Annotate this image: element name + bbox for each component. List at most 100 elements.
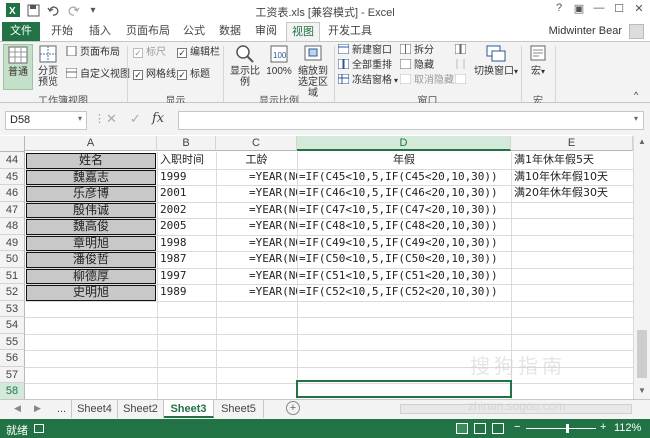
split-button[interactable]: 拆分 xyxy=(400,44,434,58)
cell-a-53[interactable] xyxy=(25,301,157,318)
cell-b-48[interactable]: 2005 xyxy=(157,218,216,235)
cell-e-52[interactable] xyxy=(511,284,633,301)
cell-d-50[interactable]: =IF(C50<10,5,IF(C50<20,10,30)) xyxy=(297,251,511,268)
row-header-56[interactable]: 56 xyxy=(0,350,25,367)
scroll-up-icon[interactable]: ▲ xyxy=(638,137,646,146)
cell-b-44[interactable]: 入职时间 xyxy=(157,152,216,169)
zoom-in-icon[interactable]: + xyxy=(600,421,606,433)
formula-input[interactable] xyxy=(178,111,644,130)
cell-a-54[interactable] xyxy=(25,317,157,334)
row-header-48[interactable]: 48 xyxy=(0,218,25,235)
tab-file[interactable]: 文件 xyxy=(2,22,40,41)
cell-c-54[interactable] xyxy=(216,317,297,334)
sheet-tab-sheet4[interactable]: Sheet4 xyxy=(72,400,118,418)
cell-b-49[interactable]: 1998 xyxy=(157,235,216,252)
new-window-button[interactable]: 新建窗口 xyxy=(338,44,392,58)
select-all-corner[interactable] xyxy=(0,136,25,152)
zoom-to-selection-button[interactable]: 缩放到 选定区域 xyxy=(294,44,332,99)
cell-e-48[interactable] xyxy=(511,218,633,235)
synchronous-scrolling-icon[interactable] xyxy=(455,59,469,73)
cell-a-47[interactable]: 殷伟诚 xyxy=(26,202,156,218)
cell-a-44[interactable]: 姓名 xyxy=(26,153,156,169)
selected-cell-d58[interactable] xyxy=(296,380,512,398)
expand-formula-bar-icon[interactable]: ▾ xyxy=(634,114,638,123)
formula-bar-checkbox[interactable]: ✓ 编辑栏 xyxy=(177,46,220,60)
row-header-44[interactable]: 44 xyxy=(0,152,25,169)
cell-c-58[interactable] xyxy=(216,383,297,400)
cell-e-55[interactable] xyxy=(511,334,633,351)
zoom-button[interactable]: 显示比例 xyxy=(226,44,264,90)
hide-button[interactable]: 隐藏 xyxy=(400,59,434,73)
view-side-by-side-icon[interactable] xyxy=(455,44,469,58)
cell-d-52[interactable]: =IF(C52<10,5,IF(C52<20,10,30)) xyxy=(297,284,511,301)
ruler-checkbox[interactable]: ✓ 标尺 xyxy=(133,46,166,60)
tab-insert[interactable]: 插入 xyxy=(84,22,116,41)
zoom-100-button[interactable]: 100 100% xyxy=(265,44,293,90)
cell-a-58[interactable] xyxy=(25,383,157,400)
cell-d-46[interactable]: =IF(C46<10,5,IF(C46<20,10,30)) xyxy=(297,185,511,202)
minimize-button[interactable]: — xyxy=(588,2,610,18)
record-macro-icon[interactable] xyxy=(34,424,44,433)
cell-e-49[interactable] xyxy=(511,235,633,252)
cell-b-47[interactable]: 2002 xyxy=(157,202,216,219)
vertical-scrollbar[interactable]: ▲ ▼ xyxy=(633,135,650,399)
enter-icon[interactable]: ✓ xyxy=(130,111,141,127)
switch-windows-button[interactable]: 切换窗口▾ xyxy=(474,44,518,90)
cell-b-58[interactable] xyxy=(157,383,216,400)
cell-b-51[interactable]: 1997 xyxy=(157,268,216,285)
cell-d-49[interactable]: =IF(C49<10,5,IF(C49<20,10,30)) xyxy=(297,235,511,252)
cell-e-51[interactable] xyxy=(511,268,633,285)
column-header-d[interactable]: D xyxy=(297,136,511,151)
row-header-49[interactable]: 49 xyxy=(0,234,25,251)
row-header-50[interactable]: 50 xyxy=(0,251,25,268)
collapse-ribbon-icon[interactable]: ^ xyxy=(634,88,638,102)
cell-a-46[interactable]: 乐彦博 xyxy=(26,186,156,202)
tab-page-layout[interactable]: 页面布局 xyxy=(122,22,174,41)
sheet-tab-more[interactable]: ... xyxy=(52,400,72,418)
sheet-tab-sheet2[interactable]: Sheet2 xyxy=(118,400,164,418)
cell-d-53[interactable] xyxy=(297,301,511,318)
column-header-e[interactable]: E xyxy=(511,136,633,151)
page-break-status-icon[interactable] xyxy=(492,423,504,434)
sheet-tab-sheet3[interactable]: Sheet3 xyxy=(164,400,214,418)
cell-a-57[interactable] xyxy=(25,367,157,384)
cell-a-50[interactable]: 潘俊哲 xyxy=(26,252,156,268)
cell-b-56[interactable] xyxy=(157,350,216,367)
row-header-51[interactable]: 51 xyxy=(0,267,25,284)
cell-d-44[interactable]: 年假 xyxy=(297,152,511,169)
tab-formulas[interactable]: 公式 xyxy=(178,22,210,41)
cell-c-46[interactable]: =YEAR(NOW()) xyxy=(216,185,297,202)
cell-d-47[interactable]: =IF(C47<10,5,IF(C47<20,10,30)) xyxy=(297,202,511,219)
column-header-c[interactable]: C xyxy=(216,136,297,151)
headings-checkbox[interactable]: ✓ 标题 xyxy=(177,68,210,82)
column-header-b[interactable]: B xyxy=(157,136,216,151)
row-header-47[interactable]: 47 xyxy=(0,201,25,218)
cell-d-45[interactable]: =IF(C45<10,5,IF(C45<20,10,30)) xyxy=(297,169,511,186)
cell-c-49[interactable]: =YEAR(NOW()) xyxy=(216,235,297,252)
row-header-45[interactable]: 45 xyxy=(0,168,25,185)
zoom-level[interactable]: 112% xyxy=(614,422,641,434)
user-name[interactable]: Midwinter Bear xyxy=(549,25,622,37)
cell-e-44[interactable]: 满1年休年假5天 xyxy=(511,152,633,169)
tab-review[interactable]: 审阅 xyxy=(250,22,282,41)
cell-d-54[interactable] xyxy=(297,317,511,334)
scrollbar-thumb[interactable] xyxy=(637,330,647,378)
arrange-all-button[interactable]: 全部重排 xyxy=(338,59,392,73)
cell-e-54[interactable] xyxy=(511,317,633,334)
cell-e-45[interactable]: 满10年休年假10天 xyxy=(511,169,633,186)
cell-c-55[interactable] xyxy=(216,334,297,351)
cell-e-50[interactable] xyxy=(511,251,633,268)
cell-b-57[interactable] xyxy=(157,367,216,384)
zoom-out-icon[interactable]: − xyxy=(514,421,520,433)
cell-c-45[interactable]: =YEAR(NOW()) xyxy=(216,169,297,186)
cell-d-48[interactable]: =IF(C48<10,5,IF(C48<20,10,30)) xyxy=(297,218,511,235)
cell-b-53[interactable] xyxy=(157,301,216,318)
cell-a-49[interactable]: 章明旭 xyxy=(26,235,156,251)
sheet-tab-sheet5[interactable]: Sheet5 xyxy=(214,400,264,418)
page-layout-status-icon[interactable] xyxy=(474,423,486,434)
cell-a-55[interactable] xyxy=(25,334,157,351)
row-header-54[interactable]: 54 xyxy=(0,317,25,334)
macros-button[interactable]: 宏▾ xyxy=(524,44,552,90)
unhide-button[interactable]: 取消隐藏 xyxy=(400,74,454,88)
cell-c-47[interactable]: =YEAR(NOW()) xyxy=(216,202,297,219)
